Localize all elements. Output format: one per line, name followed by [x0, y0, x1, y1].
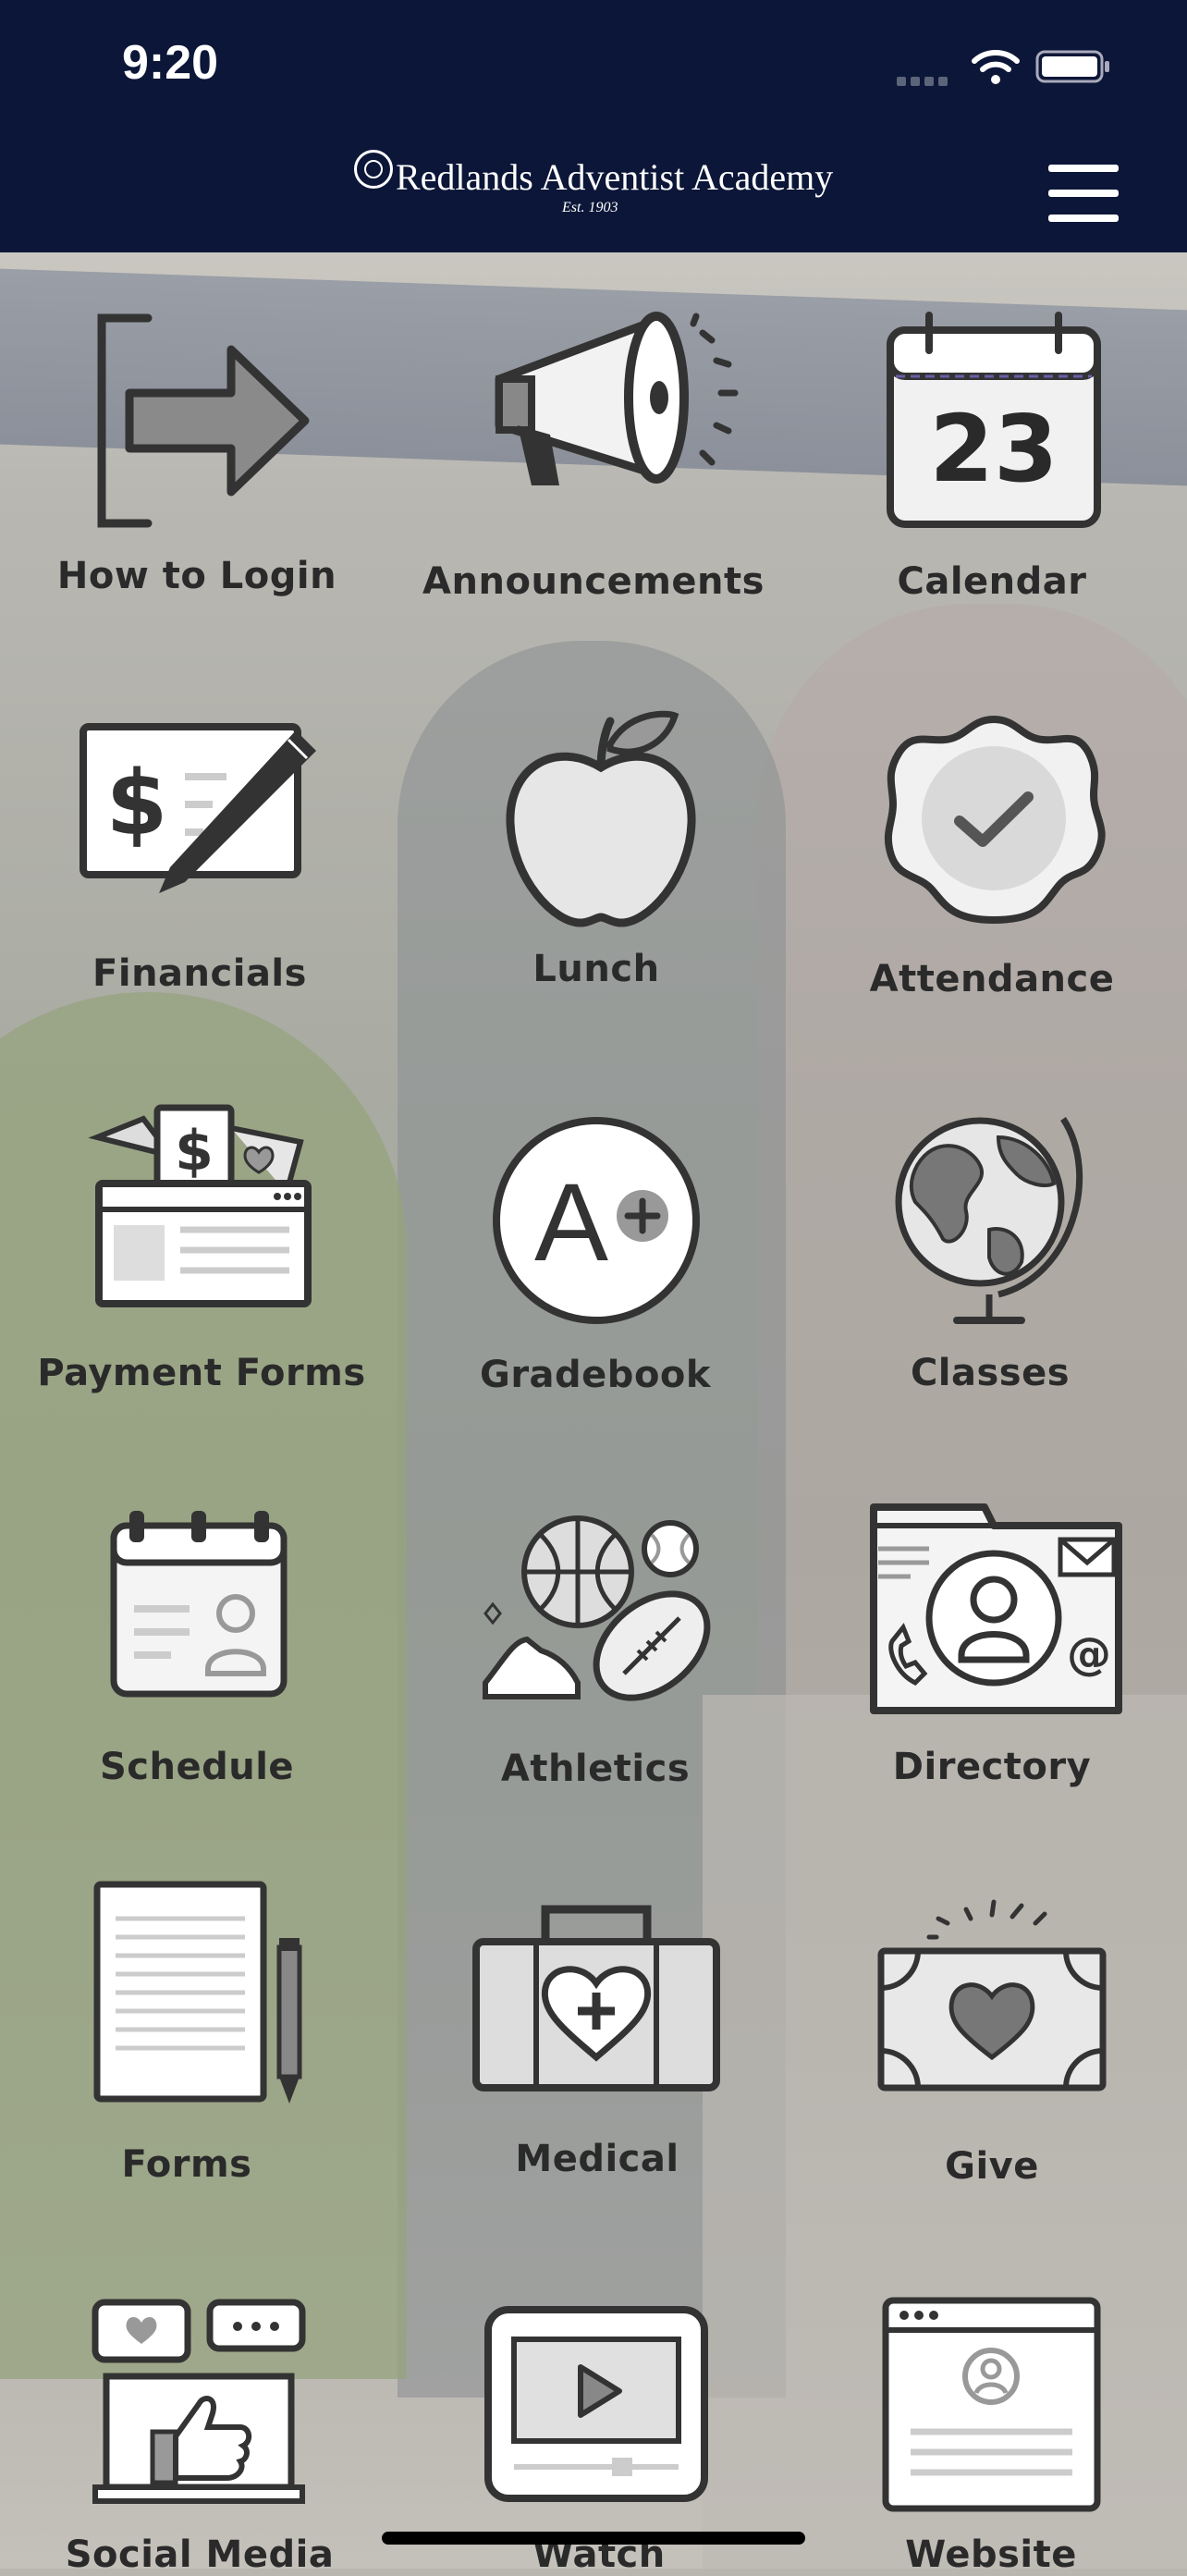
document-pencil-icon	[93, 1881, 302, 2104]
svg-text:$: $	[106, 752, 168, 855]
tile-label-payment-forms: Payment Forms	[37, 1352, 366, 1394]
schedule-calendar-icon	[110, 1511, 288, 1698]
globe-icon	[895, 1117, 1083, 1324]
tile-label-give: Give	[945, 2145, 1039, 2188]
tile-label-athletics: Athletics	[500, 1748, 691, 1790]
tile-how-to-login[interactable]	[83, 305, 314, 536]
svg-text:A: A	[534, 1160, 608, 1284]
login-arrow-icon	[97, 313, 310, 528]
tile-watch[interactable]	[481, 2302, 712, 2506]
tile-forms[interactable]	[88, 1877, 310, 2108]
contact-directory-icon: @	[870, 1503, 1122, 1714]
tile-athletics[interactable]	[476, 1512, 716, 1724]
apple-icon	[506, 710, 696, 927]
tile-give[interactable]	[874, 1882, 1114, 2094]
tile-attendance[interactable]	[878, 712, 1109, 925]
social-media-icon	[92, 2299, 306, 2504]
tile-directory[interactable]: @	[855, 1489, 1137, 1720]
wifi-icon	[972, 50, 1020, 84]
tile-medical[interactable]	[471, 1900, 721, 2094]
established-year: Est. 1903	[562, 200, 618, 215]
tile-label-how-to-login: How to Login	[56, 555, 337, 597]
status-time: 9:20	[122, 36, 219, 90]
home-indicator[interactable]	[382, 2532, 805, 2545]
tile-label-classes: Classes	[910, 1352, 1071, 1394]
video-play-icon	[484, 2306, 708, 2502]
tile-website[interactable]	[878, 2293, 1105, 2515]
tile-calendar[interactable]: 23	[883, 310, 1105, 532]
tile-label-social-media: Social Media	[65, 2533, 335, 2576]
tile-lunch[interactable]	[499, 703, 703, 934]
tile-label-forms: Forms	[121, 2143, 252, 2186]
tile-announcements[interactable]	[481, 296, 749, 509]
tile-label-schedule: Schedule	[99, 1746, 295, 1788]
tile-social-media[interactable]	[88, 2293, 310, 2515]
battery-icon	[1035, 50, 1109, 83]
a-plus-grade-icon: A	[493, 1117, 700, 1324]
cellular-signal-icon	[897, 72, 952, 90]
svg-text:$: $	[175, 1119, 214, 1184]
tile-label-lunch: Lunch	[532, 948, 660, 990]
tile-label-gradebook: Gradebook	[479, 1354, 712, 1396]
tile-gradebook[interactable]: A	[490, 1114, 703, 1327]
checkmark-badge-icon	[884, 715, 1106, 925]
tile-label-directory: Directory	[892, 1746, 1092, 1788]
tile-label-medical: Medical	[515, 2138, 679, 2180]
hamburger-menu-button[interactable]	[1048, 165, 1119, 222]
payment-forms-icon: $	[88, 1104, 312, 1307]
sports-balls-icon	[483, 1515, 711, 1701]
status-bar: 9:20	[0, 0, 1187, 129]
tile-label-attendance: Attendance	[869, 958, 1115, 1000]
school-seal-logo	[354, 150, 393, 189]
medical-kit-icon	[472, 1905, 720, 2091]
tile-label-announcements: Announcements	[422, 560, 765, 603]
svg-text:@: @	[1067, 1628, 1111, 1680]
calendar-day-number: 23	[929, 395, 1058, 503]
megaphone-icon	[495, 312, 739, 485]
tile-payment-forms[interactable]: $	[88, 1100, 319, 1313]
tile-schedule[interactable]	[106, 1507, 291, 1701]
check-dollar-pen-icon: $	[80, 723, 316, 893]
website-icon	[882, 2297, 1101, 2512]
school-name: Redlands Adventist Academy	[396, 156, 834, 198]
tile-label-financials: Financials	[92, 952, 307, 995]
tile-financials[interactable]: $	[74, 712, 324, 915]
tile-classes[interactable]	[887, 1110, 1091, 1331]
heart-donation-icon	[877, 1899, 1107, 2091]
calendar-icon: 23	[887, 312, 1101, 528]
tile-label-calendar: Calendar	[897, 560, 1087, 603]
tile-label-website: Website	[905, 2533, 1077, 2576]
